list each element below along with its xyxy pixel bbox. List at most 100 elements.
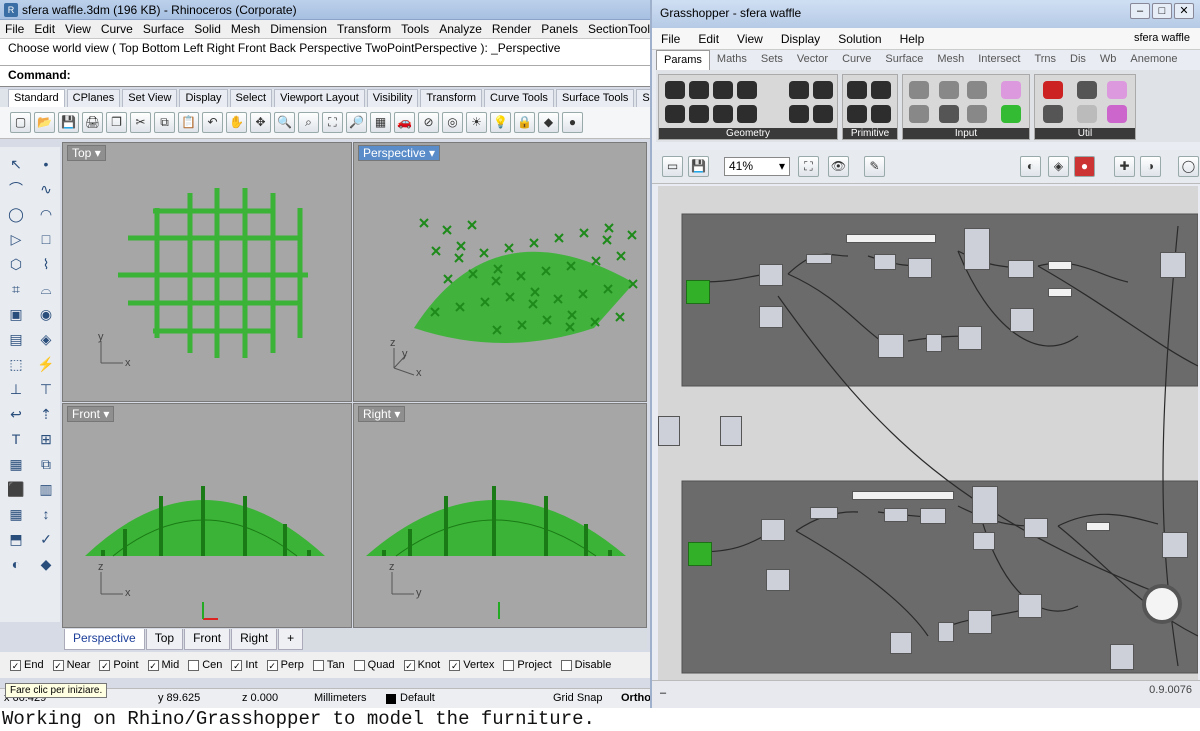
- left-tool-icon[interactable]: ⊤: [34, 378, 58, 400]
- toolbar-tab[interactable]: Viewport Layout: [274, 89, 365, 107]
- viewport-tab[interactable]: Top: [145, 629, 184, 650]
- gh-menu-solution[interactable]: Solution: [829, 32, 890, 46]
- left-tool-icon[interactable]: ⊥: [4, 378, 28, 400]
- osnap-checkbox[interactable]: ✓: [403, 659, 415, 671]
- gh-menu-help[interactable]: Help: [891, 32, 934, 46]
- input-param-icon[interactable]: [967, 105, 987, 123]
- command-prompt[interactable]: Command:: [0, 66, 650, 87]
- osnap-checkbox[interactable]: ✓: [449, 659, 461, 671]
- gh-component[interactable]: [1010, 308, 1034, 332]
- toolbar-tool-icon[interactable]: ◆: [538, 112, 559, 133]
- gh-tab-dis[interactable]: Dis: [1063, 50, 1093, 70]
- preview-wireframe-icon[interactable]: ◐: [1020, 156, 1041, 177]
- left-tool-icon[interactable]: ∿: [34, 178, 58, 200]
- gh-component[interactable]: [968, 610, 992, 634]
- input-param-icon[interactable]: [939, 105, 959, 123]
- gh-component[interactable]: [884, 508, 908, 522]
- osnap-checkbox[interactable]: ✓: [10, 659, 21, 671]
- maximize-button[interactable]: □: [1152, 3, 1172, 19]
- save-icon[interactable]: 💾: [688, 156, 709, 177]
- left-tool-icon[interactable]: ⚡: [34, 353, 58, 375]
- toolbar-tab[interactable]: Soli: [636, 89, 650, 107]
- toolbar-tool-icon[interactable]: 💡: [490, 112, 511, 133]
- left-tool-icon[interactable]: ▣: [4, 303, 28, 325]
- gh-tab-params[interactable]: Params: [656, 50, 710, 70]
- osnap-checkbox[interactable]: [188, 659, 200, 671]
- left-tool-icon[interactable]: ⬛: [4, 478, 28, 500]
- gh-tab-trns[interactable]: Trns: [1027, 50, 1063, 70]
- toolbar-tab[interactable]: Visibility: [366, 89, 419, 107]
- geometry-param-icon[interactable]: [689, 105, 709, 123]
- gh-component[interactable]: [926, 334, 942, 352]
- toolbar-tool-icon[interactable]: ✋: [226, 112, 247, 133]
- gh-tab-curve[interactable]: Curve: [835, 50, 878, 70]
- menu-surface[interactable]: Surface: [138, 22, 189, 36]
- left-tool-icon[interactable]: ◐: [4, 553, 28, 575]
- menu-file[interactable]: File: [0, 22, 29, 36]
- left-tool-icon[interactable]: ◯: [4, 203, 28, 225]
- osnap-checkbox[interactable]: ✓: [99, 659, 111, 671]
- toolbar-tool-icon[interactable]: 🔒: [514, 112, 535, 133]
- geometry-param-icon[interactable]: [689, 81, 709, 99]
- toolbar-tool-icon[interactable]: ⌕: [298, 112, 319, 133]
- menu-render[interactable]: Render: [487, 22, 536, 36]
- gh-component[interactable]: [1018, 594, 1042, 618]
- primitive-param-icon[interactable]: [847, 105, 867, 123]
- toolbar-tool-icon[interactable]: ↶: [202, 112, 223, 133]
- left-tool-icon[interactable]: ⌇: [34, 253, 58, 275]
- menu-edit[interactable]: Edit: [29, 22, 60, 36]
- gh-component[interactable]: [938, 622, 954, 642]
- osnap-point[interactable]: ✓ Point: [99, 659, 139, 671]
- input-param-icon[interactable]: [1001, 105, 1021, 123]
- viewport-front[interactable]: Front ▾ x z: [62, 403, 352, 628]
- display-color-icon[interactable]: ◑: [1140, 156, 1161, 177]
- gh-component[interactable]: [964, 228, 990, 270]
- geometry-param-icon[interactable]: [789, 105, 809, 123]
- left-tool-icon[interactable]: •: [34, 153, 58, 175]
- gh-tab-mesh[interactable]: Mesh: [930, 50, 971, 70]
- geometry-param-icon[interactable]: [665, 105, 685, 123]
- gh-component[interactable]: [920, 508, 946, 524]
- green-panel-param[interactable]: [688, 542, 712, 566]
- geometry-param-icon[interactable]: [713, 105, 733, 123]
- toolbar-tool-icon[interactable]: ◎: [442, 112, 463, 133]
- toolbar-tool-icon[interactable]: ✥: [250, 112, 271, 133]
- menu-solid[interactable]: Solid: [189, 22, 226, 36]
- gh-tab-intersect[interactable]: Intersect: [971, 50, 1027, 70]
- menu-curve[interactable]: Curve: [96, 22, 138, 36]
- menu-view[interactable]: View: [60, 22, 96, 36]
- toolbar-tool-icon[interactable]: 🖨: [82, 112, 103, 133]
- bake-icon[interactable]: ✚: [1114, 156, 1135, 177]
- left-tool-icon[interactable]: ⇡: [34, 403, 58, 425]
- primitive-param-icon[interactable]: [871, 81, 891, 99]
- input-param-icon[interactable]: [939, 81, 959, 99]
- left-tool-icon[interactable]: T: [4, 428, 28, 450]
- osnap-checkbox[interactable]: ✓: [266, 659, 278, 671]
- left-tool-icon[interactable]: ⬚: [4, 353, 28, 375]
- geometry-param-icon[interactable]: [737, 81, 757, 99]
- geometry-param-icon[interactable]: [813, 81, 833, 99]
- preview-eye-icon[interactable]: 👁: [828, 156, 849, 177]
- left-tool-icon[interactable]: ⌓: [34, 278, 58, 300]
- geometry-param-icon[interactable]: [713, 81, 733, 99]
- left-tool-icon[interactable]: ◆: [34, 553, 58, 575]
- toolbar-tool-icon[interactable]: ▦: [370, 112, 391, 133]
- gh-component[interactable]: [908, 258, 932, 278]
- osnap-knot[interactable]: ✓ Knot: [403, 659, 440, 671]
- left-tool-icon[interactable]: ⊞: [34, 428, 58, 450]
- gh-component[interactable]: [1024, 518, 1048, 538]
- relay-node[interactable]: [658, 416, 680, 446]
- viewport-perspective[interactable]: Perspective ▾ x y z: [353, 142, 647, 402]
- left-tool-icon[interactable]: ↖: [4, 153, 28, 175]
- menu-panels[interactable]: Panels: [536, 22, 583, 36]
- osnap-checkbox[interactable]: [312, 659, 324, 671]
- osnap-perp[interactable]: ✓ Perp: [266, 659, 304, 671]
- preview-shaded-icon[interactable]: ◈: [1048, 156, 1069, 177]
- osnap-checkbox[interactable]: [503, 659, 515, 671]
- input-param-icon[interactable]: [967, 81, 987, 99]
- gh-component[interactable]: [810, 507, 838, 519]
- util-icon[interactable]: [1077, 81, 1097, 99]
- osnap-int[interactable]: ✓ Int: [231, 659, 258, 671]
- left-tool-icon[interactable]: ⧉: [34, 453, 58, 475]
- viewport-tab[interactable]: Right: [231, 629, 278, 650]
